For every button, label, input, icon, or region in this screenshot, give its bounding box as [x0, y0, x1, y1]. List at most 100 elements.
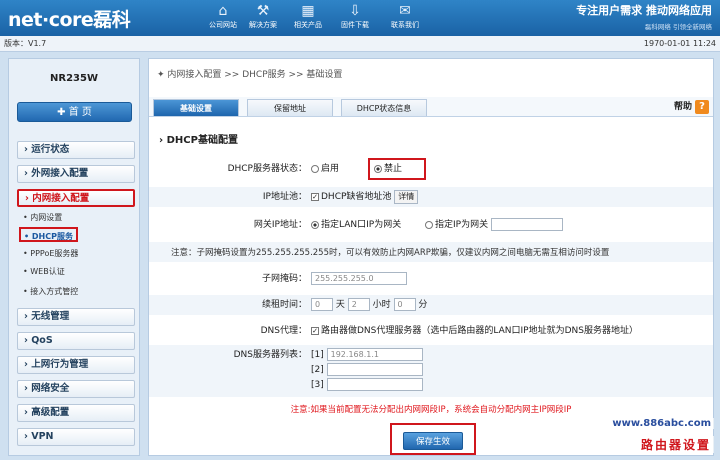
sub-web-auth[interactable]: • WEB认证 [23, 264, 65, 279]
menu-security[interactable]: › 网络安全 [17, 380, 135, 398]
checkbox-icon: ✓ [311, 326, 319, 335]
detail-button[interactable]: 详情 [394, 189, 419, 204]
nav-products[interactable]: ▦ 相关产品 [283, 2, 333, 30]
dns3-input[interactable] [326, 378, 423, 391]
gw-opt2-label: 指定IP为网关 [435, 220, 489, 230]
gateway-ip-input[interactable] [490, 218, 563, 231]
gw-opt1-label: 指定LAN口IP为网关 [321, 220, 402, 230]
subnet-mask-input[interactable]: 255.255.255.0 [311, 272, 407, 285]
warning-text: 注意:如果当前配置无法分配出内网网段IP，系统会自动分配内网主IP网段IP [290, 405, 572, 415]
subnet-mask-label: 子网掩码： [261, 274, 307, 284]
save-button[interactable]: 保存生效 [403, 432, 463, 450]
nav-label: 固件下载 [341, 21, 369, 29]
hour-unit: 小时 [372, 300, 391, 310]
dhcp-disable-option[interactable]: 禁止 [374, 161, 402, 177]
dns3-index: [3] [311, 380, 324, 390]
sub-pppoe[interactable]: • PPPoE服务器 [23, 246, 78, 261]
lease-label: 续租时间： [261, 300, 307, 310]
enable-label: 启用 [321, 164, 340, 174]
pool-check-label: DHCP缺省地址池 [321, 192, 392, 202]
gateway-label: 网关IP地址： [253, 220, 307, 230]
menu-advanced[interactable]: › 高级配置 [17, 404, 135, 422]
mail-icon: ✉ [399, 3, 411, 19]
download-icon: ⇩ [349, 3, 361, 19]
nav-solutions[interactable]: ⚒ 解决方案 [238, 2, 288, 30]
default-pool-checkbox[interactable]: ✓ DHCP缺省地址池 详情 [311, 189, 419, 205]
dns-list-label: DNS服务器列表： [233, 350, 307, 360]
model-name: NR235W [50, 73, 98, 84]
radio-icon [311, 220, 319, 229]
help-link[interactable]: 帮助? [674, 99, 709, 115]
radio-icon [425, 220, 433, 229]
row-dns-list: DNS服务器列表： [1] 192.168.1.1 [2] [3] [149, 345, 713, 397]
gw-custom-option[interactable]: 指定IP为网关 [425, 217, 563, 233]
tools-icon: ⚒ [256, 3, 270, 19]
row-ip-pool: IP地址池： ✓ DHCP缺省地址池 详情 [149, 187, 713, 207]
home-label: 首 页 [68, 107, 92, 118]
day-unit: 天 [335, 300, 345, 310]
netcore-logo: net·core磊科 [8, 9, 131, 31]
row-dhcp-status: DHCP服务器状态： 启用 禁止 [149, 158, 713, 180]
tab-basic[interactable]: 基础设置 [153, 99, 239, 116]
checkbox-icon: ✓ [311, 192, 319, 201]
top-header: net·core磊科 ⌂ 公司网站 ⚒ 解决方案 ▦ 相关产品 ⇩ 固件下载 ✉ 联系我们… [0, 0, 720, 36]
dns1-index: [1] [311, 350, 324, 360]
version-bar: 版本：V1.7 1970-01-01 11:24 [0, 36, 720, 52]
mask-note: 注意：子网掩码设置为255.255.255.255时，可以有效防止内网ARP欺骗… [171, 248, 610, 258]
nav-firmware[interactable]: ⇩ 固件下载 [330, 2, 380, 30]
dns2-input[interactable] [326, 363, 423, 376]
row-dns-proxy: DNS代理： ✓ 路由器做DNS代理服务器（选中后路由器的LAN口IP地址就为DN… [149, 321, 713, 341]
nav-label: 相关产品 [294, 21, 322, 29]
gw-lan-option[interactable]: 指定LAN口IP为网关 [311, 217, 401, 233]
version-text: 版本：V1.7 [4, 39, 47, 48]
help-icon: ? [695, 100, 709, 114]
sidebar: NR235W ✚ 首 页 › 运行状态 › 外网接入配置 › 内网接入配置 • … [8, 58, 140, 456]
menu-qos[interactable]: › QoS [17, 332, 135, 350]
lease-hours-input[interactable]: 2 [347, 298, 370, 311]
menu-vpn[interactable]: › VPN [17, 428, 135, 446]
lease-days-input[interactable]: 0 [311, 298, 333, 311]
system-clock: 1970-01-01 11:24 [643, 39, 716, 48]
ip-pool-label: IP地址池： [262, 192, 307, 202]
sub-access-control[interactable]: • 接入方式管控 [23, 284, 78, 299]
nav-label: 联系我们 [391, 21, 419, 29]
dhcp-enable-option[interactable]: 启用 [311, 161, 339, 177]
dns-proxy-label: DNS代理： [260, 326, 307, 336]
home-icon: ✚ [57, 107, 69, 118]
nav-contact[interactable]: ✉ 联系我们 [380, 2, 430, 30]
tab-dhcp-status[interactable]: DHCP状态信息 [341, 99, 427, 116]
section-title: › DHCP基础配置 [159, 135, 238, 146]
slogan: 专注用户需求 推动网络应用 [576, 4, 712, 17]
dhcp-status-label: DHCP服务器状态： [227, 164, 307, 174]
menu-behavior[interactable]: › 上网行为管理 [17, 356, 135, 374]
sub-lan-settings[interactable]: • 内网设置 [23, 210, 62, 225]
nav-label: 公司网站 [209, 21, 237, 29]
home-button[interactable]: ✚ 首 页 [17, 102, 132, 122]
menu-wan[interactable]: › 外网接入配置 [17, 165, 135, 183]
sub-dhcp[interactable]: • DHCP服务 [19, 227, 78, 242]
disable-label: 禁止 [384, 164, 403, 174]
row-gateway: 网关IP地址： 指定LAN口IP为网关 指定IP为网关 [149, 215, 713, 235]
slogan-sub: 磊科网络 引领全新网络 [644, 23, 712, 31]
dns2-index: [2] [311, 365, 324, 375]
menu-lan[interactable]: › 内网接入配置 [17, 189, 135, 207]
tab-bar: 基础设置 保留地址 DHCP状态信息 帮助? [149, 97, 713, 117]
row-lease: 续租时间： 0 天 2 小时 0 分 [149, 295, 713, 315]
radio-icon [311, 164, 319, 173]
lease-minutes-input[interactable]: 0 [393, 298, 416, 311]
dns-proxy-checkbox[interactable]: ✓ 路由器做DNS代理服务器（选中后路由器的LAN口IP地址就为DNS服务器地址） [311, 323, 638, 339]
main-panel: ✦ 内网接入配置 >> DHCP服务 >> 基础设置 基础设置 保留地址 DHC… [148, 58, 714, 456]
menu-status[interactable]: › 运行状态 [17, 141, 135, 159]
breadcrumb: ✦ 内网接入配置 >> DHCP服务 >> 基础设置 [157, 70, 343, 80]
minute-unit: 分 [418, 300, 428, 310]
watermark-url: www.886abc.com [609, 418, 714, 429]
menu-wireless[interactable]: › 无线管理 [17, 308, 135, 326]
row-subnet-mask: 子网掩码： 255.255.255.0 [149, 269, 713, 289]
product-icon: ▦ [301, 3, 315, 19]
watermark-text: 路由器设置 [637, 436, 714, 453]
dns-proxy-text: 路由器做DNS代理服务器（选中后路由器的LAN口IP地址就为DNS服务器地址） [321, 326, 638, 336]
tab-reserved[interactable]: 保留地址 [247, 99, 333, 116]
radio-icon [374, 164, 382, 173]
dns1-input[interactable]: 192.168.1.1 [326, 348, 423, 361]
nav-label: 解决方案 [249, 21, 277, 29]
